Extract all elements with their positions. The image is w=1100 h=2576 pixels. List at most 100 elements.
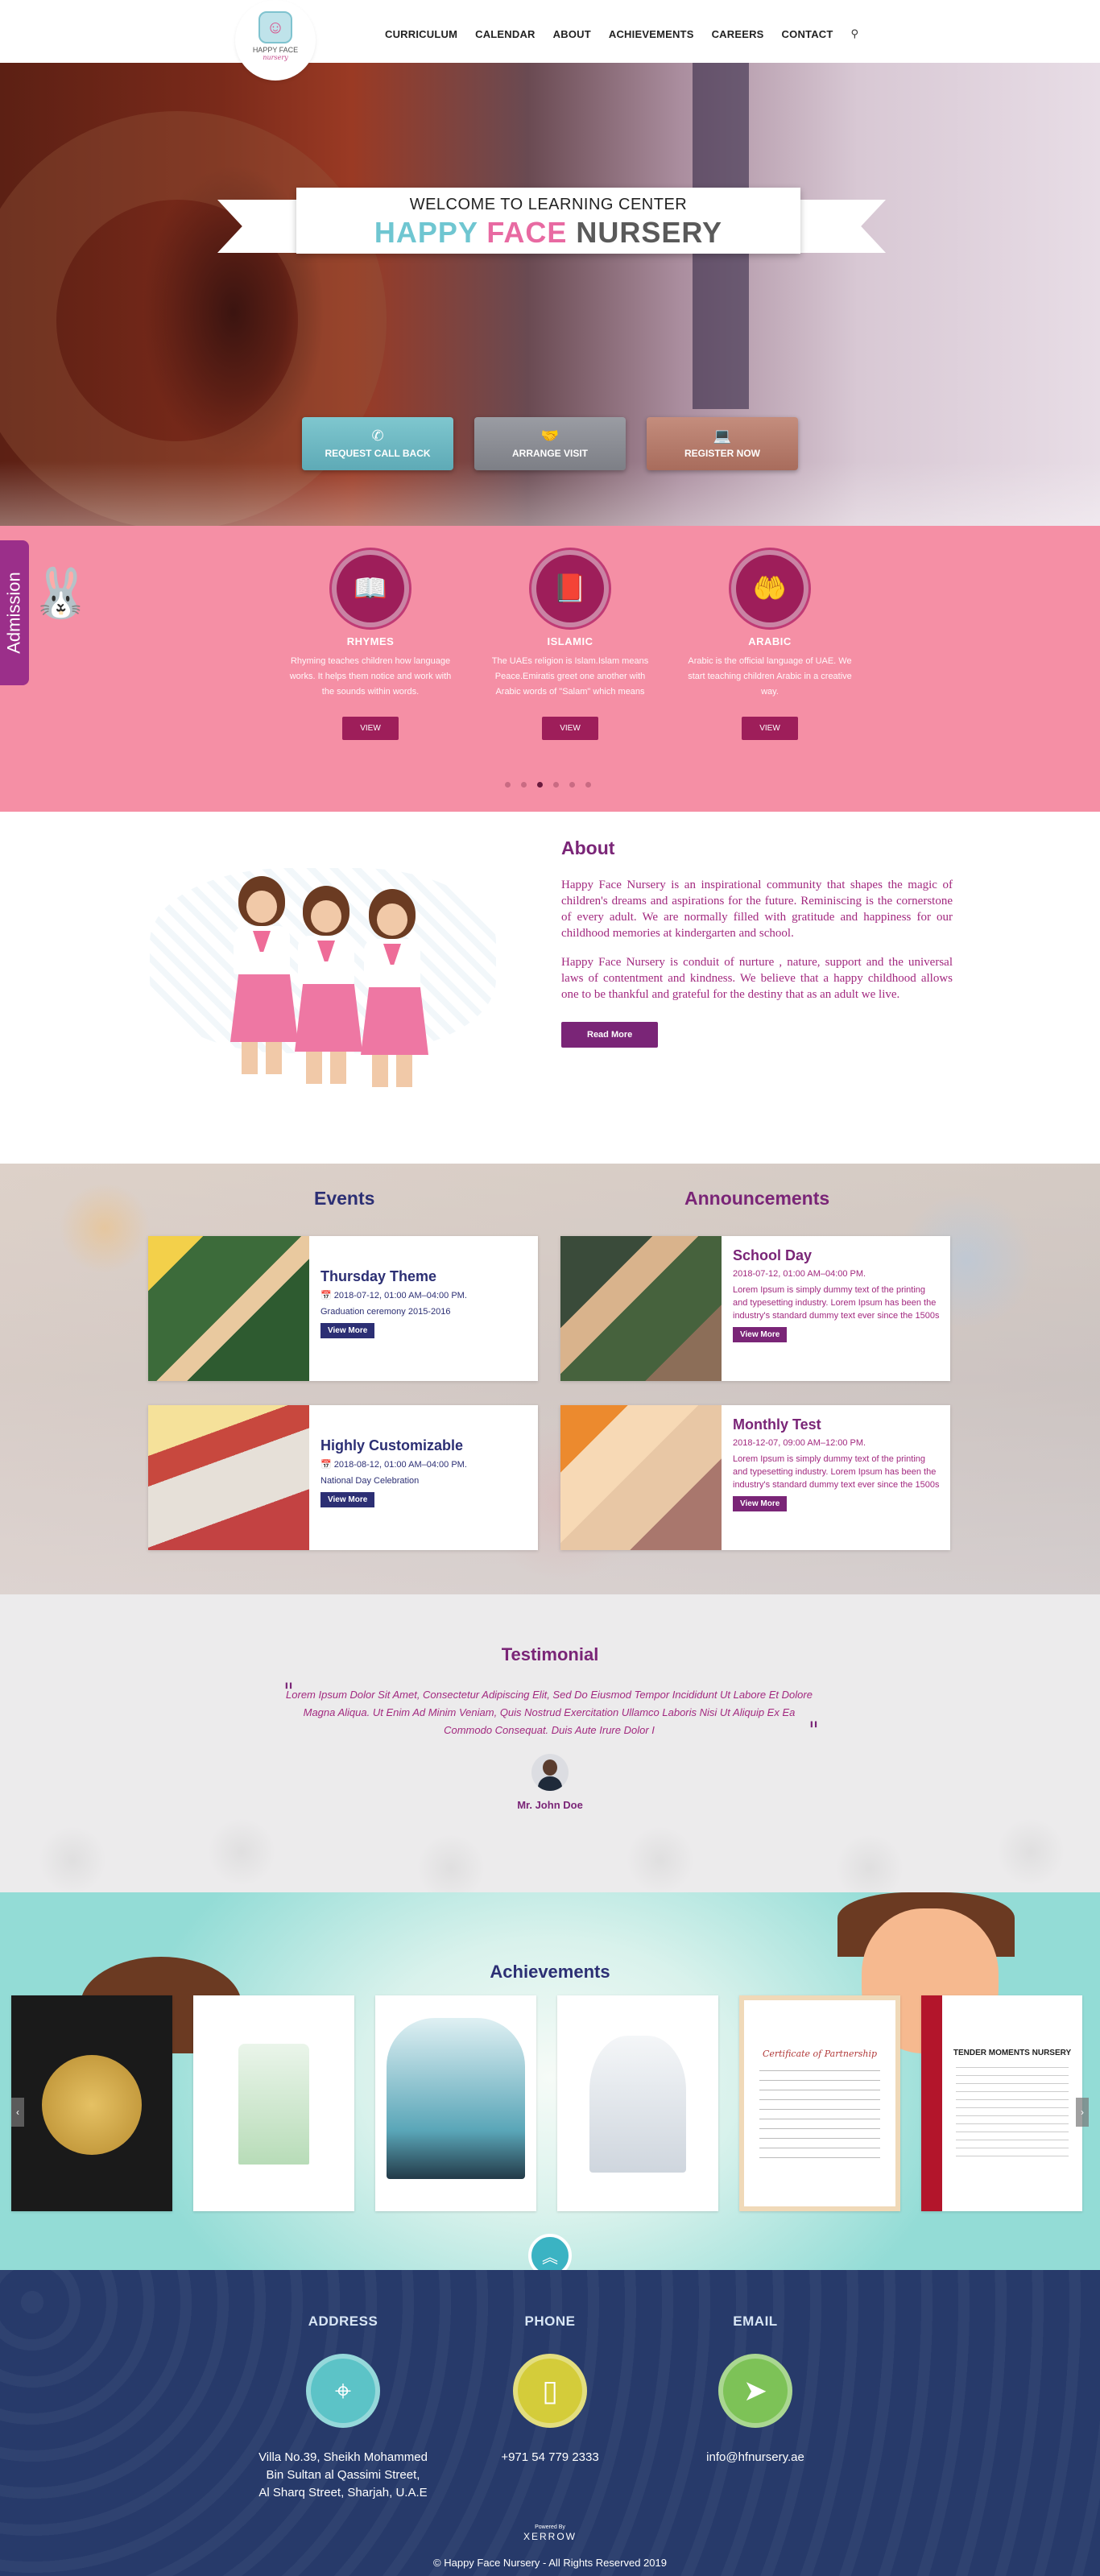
nav-achievements[interactable]: ACHIEVEMENTS <box>609 28 694 40</box>
paper-plane-icon: ➤ <box>718 2354 792 2428</box>
request-call-back-button[interactable]: ✆ REQUEST CALL BACK <box>302 417 453 470</box>
achievement-gold-medal[interactable] <box>11 1995 172 2211</box>
event-body: Thursday Theme 📅 2018-07-12, 01:00 AM–04… <box>320 1268 530 1338</box>
carousel-dot[interactable] <box>569 782 575 788</box>
email-column: EMAIL ➤ info@hfnursery.ae <box>651 2313 860 2466</box>
program-card-rhymes: 📖 RHYMES Rhyming teaches children how la… <box>271 550 470 740</box>
powered-by[interactable]: Powered By XERROW <box>0 2524 1100 2542</box>
quote-close-icon: " <box>808 1717 819 1743</box>
announcement-card[interactable]: School Day 2018-07-12, 01:00 AM–04:00 PM… <box>560 1236 950 1381</box>
testimonial-avatar <box>531 1754 569 1791</box>
phone-column: PHONE ▯ +971 54 779 2333 <box>445 2313 655 2466</box>
achievement-iso-certificate[interactable]: TENDER MOMENTS NURSERY <box>921 1995 1082 2211</box>
nav-contact[interactable]: CONTACT <box>782 28 833 40</box>
event-photo <box>148 1405 309 1550</box>
achievement-crystal-award[interactable] <box>375 1995 536 2211</box>
brand-title: HAPPY FACE NURSERY <box>296 216 800 250</box>
program-view-button[interactable]: VIEW <box>742 717 798 740</box>
about-title: About <box>561 837 615 858</box>
event-card[interactable]: Highly Customizable 📅 2018-08-12, 01:00 … <box>148 1405 538 1550</box>
announcement-date: 2018-12-07, 09:00 AM–12:00 PM. <box>733 1438 866 1448</box>
address-column: ADDRESS ⌖ Villa No.39, Sheikh Mohammed B… <box>238 2313 448 2502</box>
event-title: Highly Customizable <box>320 1437 464 1453</box>
event-card[interactable]: Thursday Theme 📅 2018-07-12, 01:00 AM–04… <box>148 1236 538 1381</box>
search-icon[interactable]: ⚲ <box>851 27 859 40</box>
carousel-prev-arrow-icon[interactable]: ‹ <box>11 2098 24 2127</box>
about-paragraph-2: Happy Face Nursery is conduit of nurture… <box>561 956 953 1001</box>
program-view-button[interactable]: VIEW <box>342 717 399 740</box>
scroll-to-top-icon[interactable]: ︽ <box>528 2234 572 2270</box>
program-title: ARABIC <box>748 635 792 647</box>
achievement-certificate-partnership[interactable]: Certificate of Partnership <box>739 1995 900 2211</box>
testimonial-quote: Lorem Ipsum Dolor Sit Amet, Consectetur … <box>286 1689 813 1736</box>
about-content: About Happy Face Nursery is an inspirati… <box>561 837 953 1048</box>
program-view-button[interactable]: VIEW <box>542 717 598 740</box>
phone-value[interactable]: +971 54 779 2333 <box>445 2449 655 2466</box>
event-title: Thursday Theme <box>320 1268 437 1284</box>
announcement-card[interactable]: Monthly Test 2018-12-07, 09:00 AM–12:00 … <box>560 1405 950 1550</box>
view-more-button[interactable]: View More <box>320 1323 375 1338</box>
event-date-text: 2018-07-12, 01:00 AM–04:00 PM. <box>333 1291 467 1300</box>
logo-face-icon: ☺ <box>258 11 292 43</box>
achievements-carousel: Certificate of Partnership TENDER MOMENT… <box>11 1995 1082 2211</box>
testimonial-section: Testimonial " Lorem Ipsum Dolor Sit Amet… <box>0 1594 1100 1892</box>
read-more-button[interactable]: Read More <box>561 1022 659 1048</box>
events-title: Events <box>314 1188 375 1209</box>
carousel-dot[interactable] <box>537 782 543 788</box>
register-now-label: REGISTER NOW <box>684 448 760 459</box>
book-reader-icon: 📖 <box>332 550 409 627</box>
event-date-text: 2018-08-12, 01:00 AM–04:00 PM. <box>333 1460 467 1470</box>
program-card-islamic: 📕 ISLAMIC The UAEs religion is Islam.Isl… <box>470 550 670 740</box>
welcome-text: WELCOME TO LEARNING CENTER <box>409 196 688 213</box>
nav-careers[interactable]: CAREERS <box>712 28 764 40</box>
address-label: ADDRESS <box>308 2313 378 2329</box>
carousel-dot[interactable] <box>505 782 511 788</box>
quran-icon: 📕 <box>531 550 609 627</box>
view-more-button[interactable]: View More <box>733 1327 788 1342</box>
carousel-dots <box>505 782 591 788</box>
programs-carousel: 📖 RHYMES Rhyming teaches children how la… <box>271 550 870 740</box>
carousel-dot[interactable] <box>585 782 591 788</box>
nav-calendar[interactable]: CALENDAR <box>475 28 536 40</box>
register-now-button[interactable]: 💻 REGISTER NOW <box>647 417 798 470</box>
event-date: 📅 2018-08-12, 01:00 AM–04:00 PM. <box>320 1459 530 1470</box>
address-line-1: Villa No.39, Sheikh Mohammed <box>258 2450 428 2464</box>
announcement-photo <box>560 1236 722 1381</box>
nav-about[interactable]: ABOUT <box>553 28 591 40</box>
event-date: 📅 2018-07-12, 01:00 AM–04:00 PM. <box>320 1290 530 1300</box>
carousel-dot[interactable] <box>521 782 527 788</box>
program-description: Rhyming teaches children how language wo… <box>289 656 452 697</box>
carousel-next-arrow-icon[interactable]: › <box>1076 2098 1089 2127</box>
hand-letter-icon: 🤲 <box>731 550 808 627</box>
email-value[interactable]: info@hfnursery.ae <box>651 2449 860 2466</box>
view-more-button[interactable]: View More <box>320 1492 375 1507</box>
contact-footer: ADDRESS ⌖ Villa No.39, Sheikh Mohammed B… <box>0 2270 1100 2576</box>
brand-word-happy: HAPPY <box>374 216 478 249</box>
event-body: Highly Customizable 📅 2018-08-12, 01:00 … <box>320 1437 530 1507</box>
achievements-section: Achievements Certificate of Partnership … <box>0 1892 1100 2270</box>
events-section: Events Announcements Thursday Theme 📅 20… <box>0 1164 1100 1594</box>
powered-by-label: Powered By <box>535 2524 565 2530</box>
programs-section: Admission 🐰 📖 RHYMES Rhyming teaches chi… <box>0 526 1100 812</box>
achievement-bpw-award[interactable] <box>557 1995 718 2211</box>
site-logo[interactable]: ☺ HAPPY FACE nursery <box>235 0 316 81</box>
announcement-description: Lorem Ipsum is simply dummy text of the … <box>733 1285 940 1321</box>
mobile-phone-icon: ▯ <box>513 2354 587 2428</box>
admission-label: Admission <box>4 572 25 654</box>
logo-sub: nursery <box>263 54 288 61</box>
admission-tab[interactable]: Admission <box>0 540 29 685</box>
announcement-description: Lorem Ipsum is simply dummy text of the … <box>733 1454 940 1490</box>
about-paragraph-1: Happy Face Nursery is an inspirational c… <box>561 879 953 940</box>
handshake-icon: 🤝 <box>540 428 560 444</box>
achievement-glass-trophy[interactable] <box>193 1995 354 2211</box>
arrange-visit-button[interactable]: 🤝 ARRANGE VISIT <box>474 417 626 470</box>
program-description: Arabic is the official language of UAE. … <box>688 656 852 697</box>
ribbon-right <box>797 200 886 253</box>
view-more-button[interactable]: View More <box>733 1496 788 1511</box>
testimonial-title: Testimonial <box>501 1644 599 1664</box>
nav-curriculum[interactable]: CURRICULUM <box>385 28 457 40</box>
logo-name: HAPPY FACE <box>252 46 299 54</box>
announcement-photo <box>560 1405 722 1550</box>
carousel-dot[interactable] <box>553 782 559 788</box>
certificate-text-lines <box>759 2070 880 2159</box>
